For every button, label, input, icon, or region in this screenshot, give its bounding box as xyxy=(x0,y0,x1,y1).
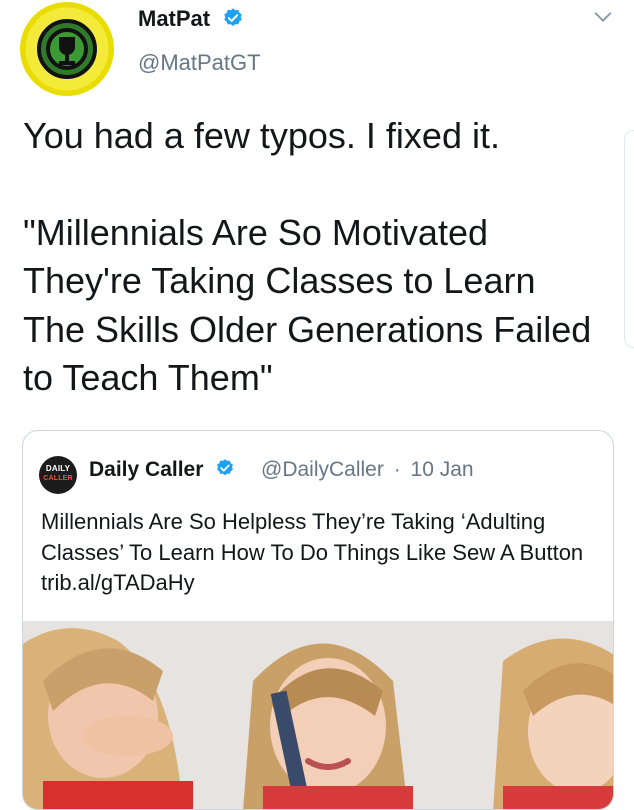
author-handle[interactable]: @MatPatGT xyxy=(138,50,261,76)
tweet-text: You had a few typos. I fixed it. "Millen… xyxy=(23,112,603,403)
daily-caller-logo-icon: DAILY CALLER xyxy=(43,464,73,482)
quoted-tweet[interactable]: DAILY CALLER Daily Caller @DailyCaller ·… xyxy=(22,430,614,810)
adjacent-card-edge xyxy=(624,130,634,348)
author-name-text: MatPat xyxy=(138,6,211,31)
quoted-author-name[interactable]: Daily Caller xyxy=(89,458,235,482)
verified-badge-icon xyxy=(224,8,242,27)
author-name[interactable]: MatPat xyxy=(138,6,244,32)
meta-separator: · xyxy=(393,458,401,481)
quoted-tweet-date[interactable]: 10 Jan xyxy=(411,458,474,481)
quoted-author-meta: @DailyCaller · 10 Jan xyxy=(261,458,474,482)
game-theory-logo-icon xyxy=(37,19,97,79)
tweet-quote-text: "Millennials Are So Motivated They're Ta… xyxy=(23,211,592,399)
tweet-text-line: You had a few typos. I fixed it. xyxy=(23,115,500,156)
quoted-author-handle[interactable]: @DailyCaller xyxy=(261,458,384,481)
quoted-tweet-media[interactable] xyxy=(23,621,613,809)
photo-three-women-icon xyxy=(23,621,613,809)
author-avatar[interactable] xyxy=(20,2,114,96)
daily-caller-avatar[interactable]: DAILY CALLER xyxy=(39,456,77,494)
verified-badge-icon xyxy=(217,459,234,476)
quoted-author-name-text: Daily Caller xyxy=(89,458,204,481)
chevron-down-icon[interactable] xyxy=(592,6,614,28)
quoted-tweet-text: Millennials Are So Helpless They’re Taki… xyxy=(41,509,584,595)
